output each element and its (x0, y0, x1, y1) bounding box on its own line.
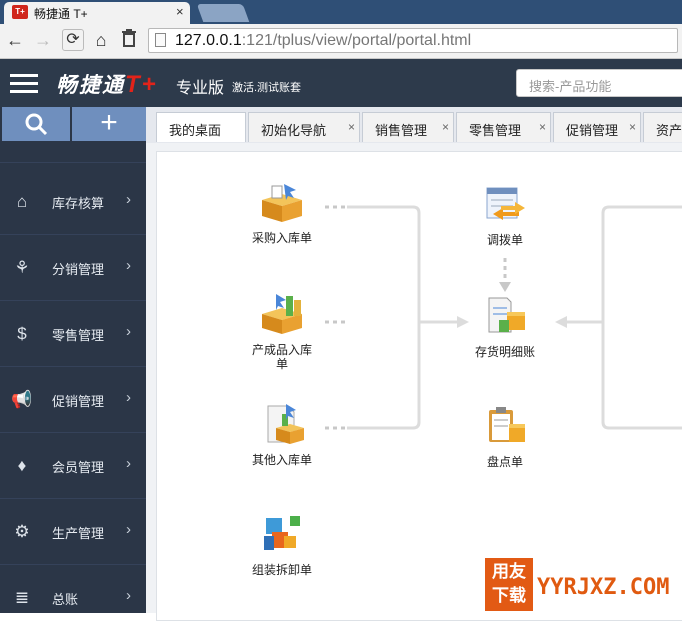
sidebar-item-label: 库存核算 (52, 196, 105, 211)
account-label[interactable]: 激活.测试账套 (232, 79, 301, 95)
retail-icon: $ (17, 324, 27, 343)
chevron-right-icon: › (126, 521, 131, 538)
url-text: 127.0.0.1:121/tplus/view/portal/portal.h… (175, 32, 472, 49)
watermark-text: YYRJXZ.COM (537, 575, 670, 600)
warehouse-icon: ⌂ (16, 192, 28, 211)
megaphone-icon: 📢 (11, 390, 33, 409)
sidebar-item[interactable]: $ 零售管理 › (0, 301, 146, 367)
transfer-icon (486, 187, 525, 220)
sidebar: ⌂ 库存核算 › ⚘ 分销管理 › $ 零售管理 › 📢 促销管理 › ♦ 会员管理 › ⚙ 生产管理 › ≣ 总账 ›… (0, 107, 146, 613)
brand-logo: 畅捷通T+ (56, 71, 158, 98)
sidebar-item[interactable]: ≣ 总账 › (0, 565, 146, 613)
reload-icon[interactable]: ⟳ (62, 29, 84, 51)
content-area: 采购入库单 产成品入库单 其他入库单 组装拆卸单 调拨单 存货明细账 盘点单 (146, 143, 682, 621)
app-tab[interactable]: 资产 (643, 112, 682, 142)
chevron-right-icon: › (126, 389, 131, 406)
sidebar-item[interactable]: ♦ 会员管理 › (0, 433, 146, 499)
sidebar-item[interactable]: ⚘ 分销管理 › (0, 235, 146, 301)
app-tab-label: 销售管理 (375, 123, 428, 138)
sidebar-item-label: 促销管理 (52, 394, 105, 409)
node-product-receipt[interactable]: 产成品入库单 (247, 292, 317, 371)
node-transfer[interactable]: 调拨单 (470, 182, 540, 247)
app-tab[interactable]: 销售管理 × (362, 112, 454, 142)
arrow-down (499, 282, 511, 292)
chevron-right-icon: › (126, 455, 131, 472)
watermark: 用友 下载 YYRJXZ.COM (485, 558, 682, 613)
browser-tab-title: 畅捷通 T+ (34, 7, 88, 21)
new-tab-button[interactable] (196, 4, 250, 22)
distribution-icon: ⚘ (14, 258, 30, 277)
sidebar-item-label: 总账 (52, 592, 79, 607)
sidebar-item-label: 会员管理 (52, 460, 105, 475)
app-tab[interactable]: 促销管理 × (553, 112, 641, 142)
tab-close-icon[interactable]: × (629, 120, 636, 134)
gears-icon: ⚙ (14, 522, 30, 541)
menu-icon[interactable] (10, 74, 38, 94)
app-tab[interactable]: 初始化导航 × (248, 112, 360, 142)
app-tab-label: 促销管理 (566, 123, 619, 138)
app-header: 畅捷通T+ 专业版 激活.测试账套 搜索-产品功能 (0, 59, 682, 107)
app-tab[interactable]: 我的桌面 (156, 112, 246, 142)
chevron-right-icon: › (126, 587, 131, 604)
product-search-input[interactable]: 搜索-产品功能 (516, 69, 682, 97)
sidebar-item-label: 生产管理 (52, 526, 105, 541)
browser-tab[interactable]: T+ 畅捷通 T+ × (4, 2, 190, 24)
app-tab-label: 我的桌面 (169, 123, 222, 138)
document-box-icon (267, 404, 304, 444)
back-icon[interactable]: ← (4, 29, 26, 51)
sidebar-add-button[interactable]: + (72, 107, 146, 141)
arrow-left (555, 316, 567, 328)
app-tab-label: 资产 (656, 123, 682, 138)
edition-label: 专业版 (176, 80, 225, 97)
address-bar[interactable]: 127.0.0.1:121/tplus/view/portal/portal.h… (148, 28, 678, 53)
browser-tabstrip: T+ 畅捷通 T+ × (0, 0, 682, 24)
sidebar-toolbar: + (0, 107, 146, 141)
flow-connectors (325, 205, 682, 430)
node-purchase-receipt[interactable]: 采购入库单 (247, 180, 317, 245)
watermark-logo: 用友 下载 (485, 558, 533, 611)
tab-close-icon[interactable]: × (348, 120, 355, 134)
chevron-right-icon: › (126, 191, 131, 208)
sidebar-search-button[interactable] (2, 107, 70, 141)
app-tabbar: 我的桌面 初始化导航 × 销售管理 × 零售管理 × 促销管理 × 资产 (146, 107, 682, 143)
chevron-right-icon: › (126, 323, 131, 340)
sidebar-item[interactable]: 📢 促销管理 › (0, 367, 146, 433)
blocks-icon (264, 516, 300, 550)
app-tab[interactable]: 零售管理 × (456, 112, 551, 142)
clipboard-icon (489, 407, 525, 442)
favicon-icon: T+ (12, 5, 28, 19)
sidebar-item[interactable]: ⌂ 库存核算 › (0, 169, 146, 235)
box-icon (262, 184, 302, 222)
member-icon: ♦ (17, 456, 27, 475)
tab-close-icon[interactable]: × (539, 120, 546, 134)
connector-bracket-right (601, 205, 682, 430)
app-tab-label: 初始化导航 (261, 123, 327, 138)
sidebar-item[interactable]: ⚙ 生产管理 › (0, 499, 146, 565)
flow-panel: 采购入库单 产成品入库单 其他入库单 组装拆卸单 调拨单 存货明细账 盘点单 (156, 151, 682, 621)
delete-icon[interactable] (118, 29, 140, 51)
product-box-icon (262, 294, 302, 334)
tab-close-icon[interactable]: × (442, 120, 449, 134)
ledger-icon: ≣ (14, 588, 30, 607)
sidebar-item-label: 分销管理 (52, 262, 105, 277)
sidebar-item-label: 零售管理 (52, 328, 105, 343)
ledger-box-icon (488, 297, 525, 333)
chevron-right-icon: › (126, 257, 131, 274)
node-stocktake[interactable]: 盘点单 (470, 404, 540, 469)
node-assembly[interactable]: 组装拆卸单 (247, 512, 317, 577)
browser-toolbar: ← → ⟳ ⌂ 127.0.0.1:121/tplus/view/portal/… (0, 24, 682, 59)
connector-bracket (347, 205, 421, 430)
home-icon[interactable]: ⌂ (90, 29, 112, 51)
page-icon (155, 33, 166, 47)
tab-close-icon[interactable]: × (176, 4, 184, 19)
node-inventory-ledger[interactable]: 存货明细账 (470, 294, 540, 359)
app-tab-label: 零售管理 (469, 123, 522, 138)
node-other-receipt[interactable]: 其他入库单 (247, 402, 317, 467)
arrow-right (457, 316, 469, 328)
forward-icon[interactable]: → (32, 29, 54, 51)
